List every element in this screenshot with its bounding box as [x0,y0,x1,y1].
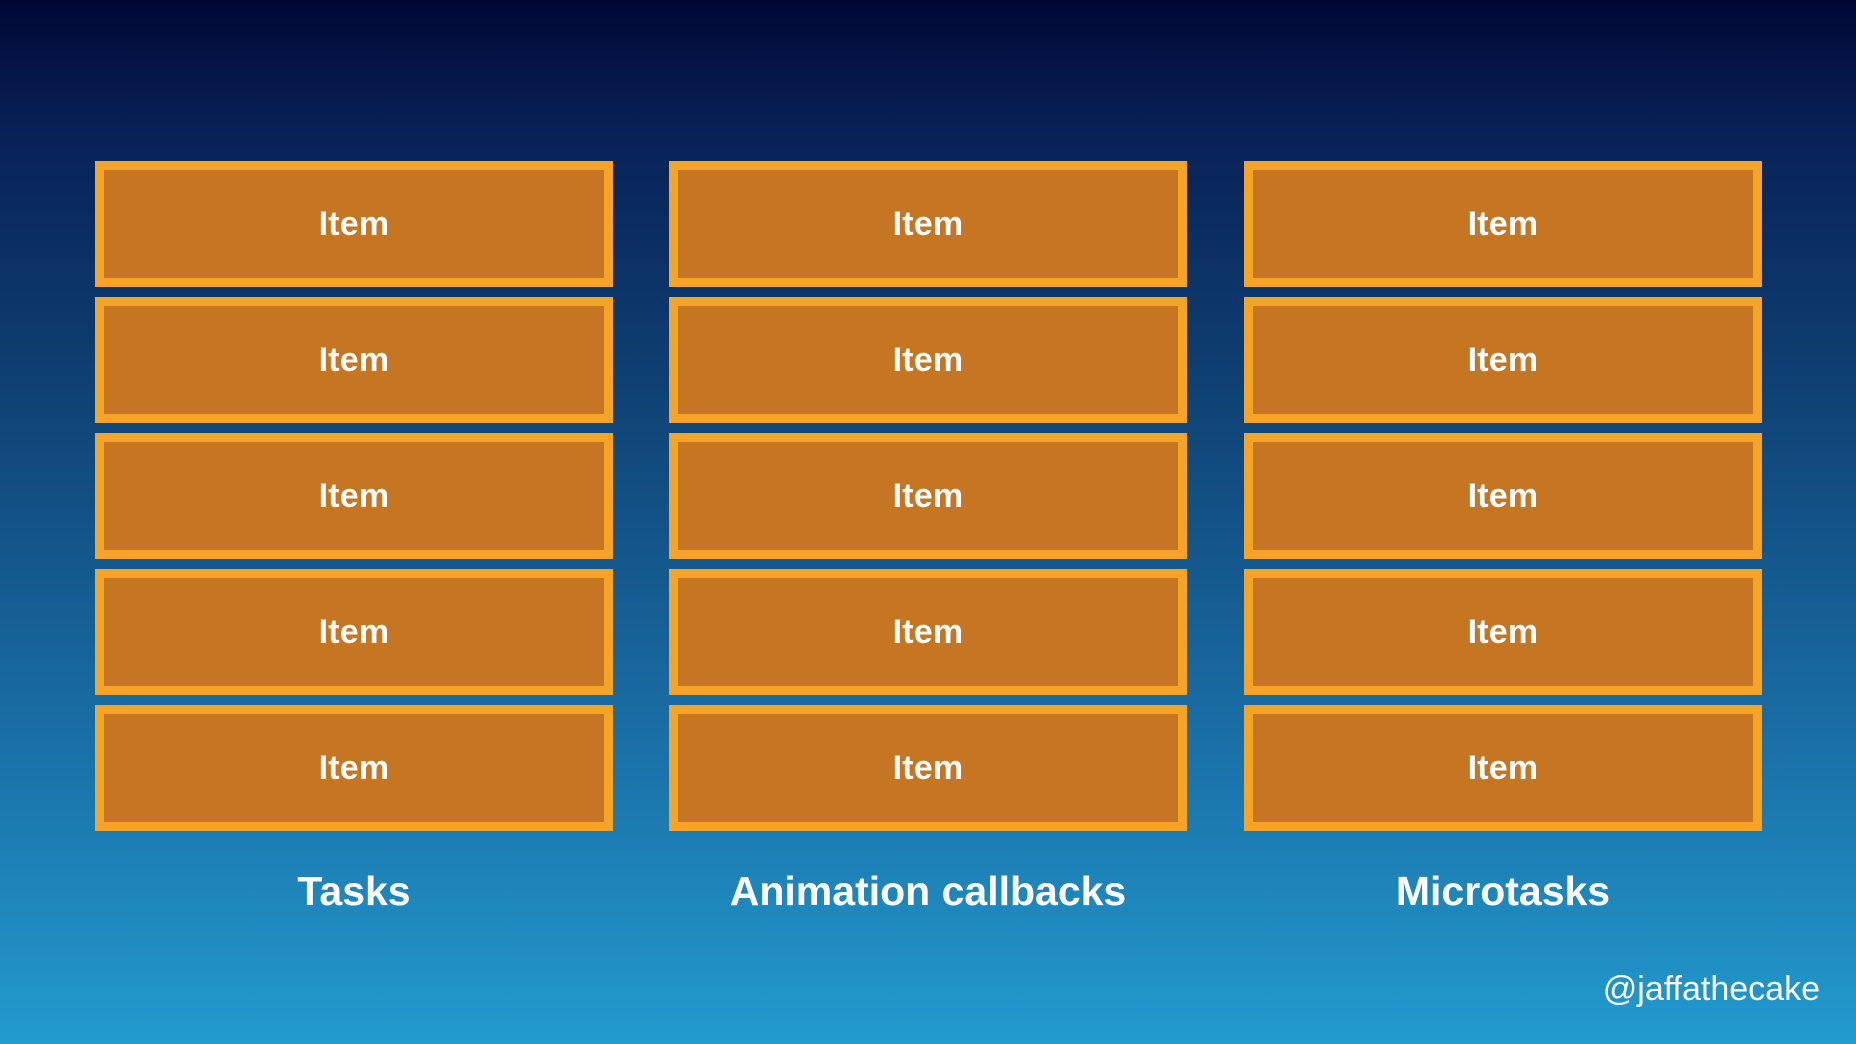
queue-item-label: Item [892,204,964,243]
queue-item-label: Item [1467,204,1539,243]
tasks-label: Tasks [297,868,411,914]
queue-item: Item [669,433,1187,559]
queue-item: Item [1244,433,1762,559]
queue-item-label: Item [892,612,964,651]
queue-item: Item [669,569,1187,695]
animation-callbacks-queue: Item Item Item Item Item [669,161,1187,841]
queue-item-label: Item [318,748,390,787]
queue-item: Item [95,297,613,423]
queue-item: Item [1244,569,1762,695]
queue-item: Item [95,161,613,287]
queue-item-label: Item [1467,340,1539,379]
queue-item: Item [669,161,1187,287]
queue-item-label: Item [892,748,964,787]
queue-item-label: Item [318,476,390,515]
queue-item: Item [1244,297,1762,423]
tasks-queue: Item Item Item Item Item [95,161,613,841]
queue-item-label: Item [1467,476,1539,515]
queue-item: Item [95,569,613,695]
microtasks-label: Microtasks [1395,868,1611,914]
queue-item-label: Item [892,476,964,515]
queue-item: Item [95,705,613,831]
queue-item-label: Item [892,340,964,379]
author-handle: @jaffathecake [1602,970,1820,1008]
queue-item: Item [669,297,1187,423]
queue-item-label: Item [1467,748,1539,787]
queue-item: Item [1244,161,1762,287]
animation-callbacks-label: Animation callbacks [729,868,1127,914]
queue-item: Item [669,705,1187,831]
queue-item-label: Item [318,204,390,243]
queue-item-label: Item [318,612,390,651]
microtasks-queue: Item Item Item Item Item [1244,161,1762,841]
queue-item-label: Item [1467,612,1539,651]
queue-item: Item [1244,705,1762,831]
queue-item-label: Item [318,340,390,379]
queue-item: Item [95,433,613,559]
